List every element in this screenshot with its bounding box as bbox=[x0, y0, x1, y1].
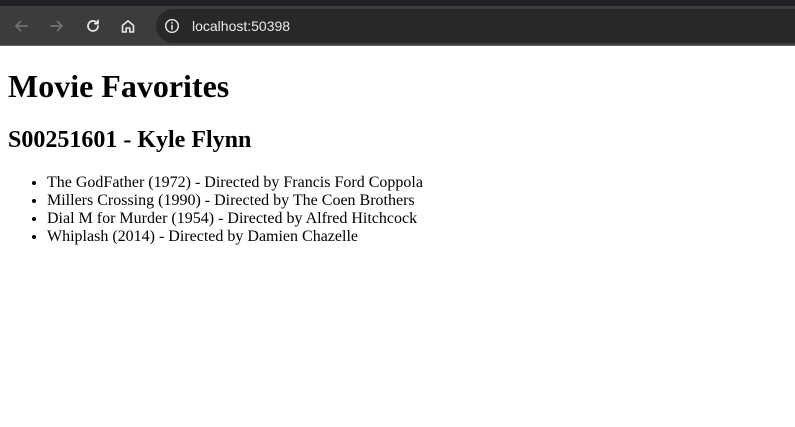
back-button[interactable] bbox=[8, 13, 34, 39]
home-icon bbox=[121, 20, 135, 33]
reload-button[interactable] bbox=[80, 13, 106, 39]
address-bar[interactable]: localhost:50398 bbox=[156, 9, 795, 43]
home-button[interactable] bbox=[115, 13, 141, 39]
student-heading: S00251601 - Kyle Flynn bbox=[8, 127, 252, 153]
movie-list: The GodFather (1972) - Directed by Franc… bbox=[8, 174, 423, 246]
page-title: Movie Favorites bbox=[8, 68, 230, 104]
back-arrow-icon bbox=[15, 20, 28, 32]
reload-icon bbox=[87, 19, 99, 32]
url-text[interactable]: localhost:50398 bbox=[192, 18, 290, 34]
browser-toolbar: localhost:50398 bbox=[0, 0, 795, 46]
info-icon[interactable] bbox=[164, 18, 180, 34]
list-item: Dial M for Murder (1954) - Directed by A… bbox=[47, 210, 423, 228]
list-item: Millers Crossing (1990) - Directed by Th… bbox=[47, 192, 423, 210]
forward-button[interactable] bbox=[44, 13, 70, 39]
list-item: Whiplash (2014) - Directed by Damien Cha… bbox=[47, 228, 423, 246]
page-content: Movie Favorites S00251601 - Kyle Flynn T… bbox=[0, 46, 795, 427]
list-item: The GodFather (1972) - Directed by Franc… bbox=[47, 174, 423, 192]
forward-arrow-icon bbox=[50, 20, 63, 32]
